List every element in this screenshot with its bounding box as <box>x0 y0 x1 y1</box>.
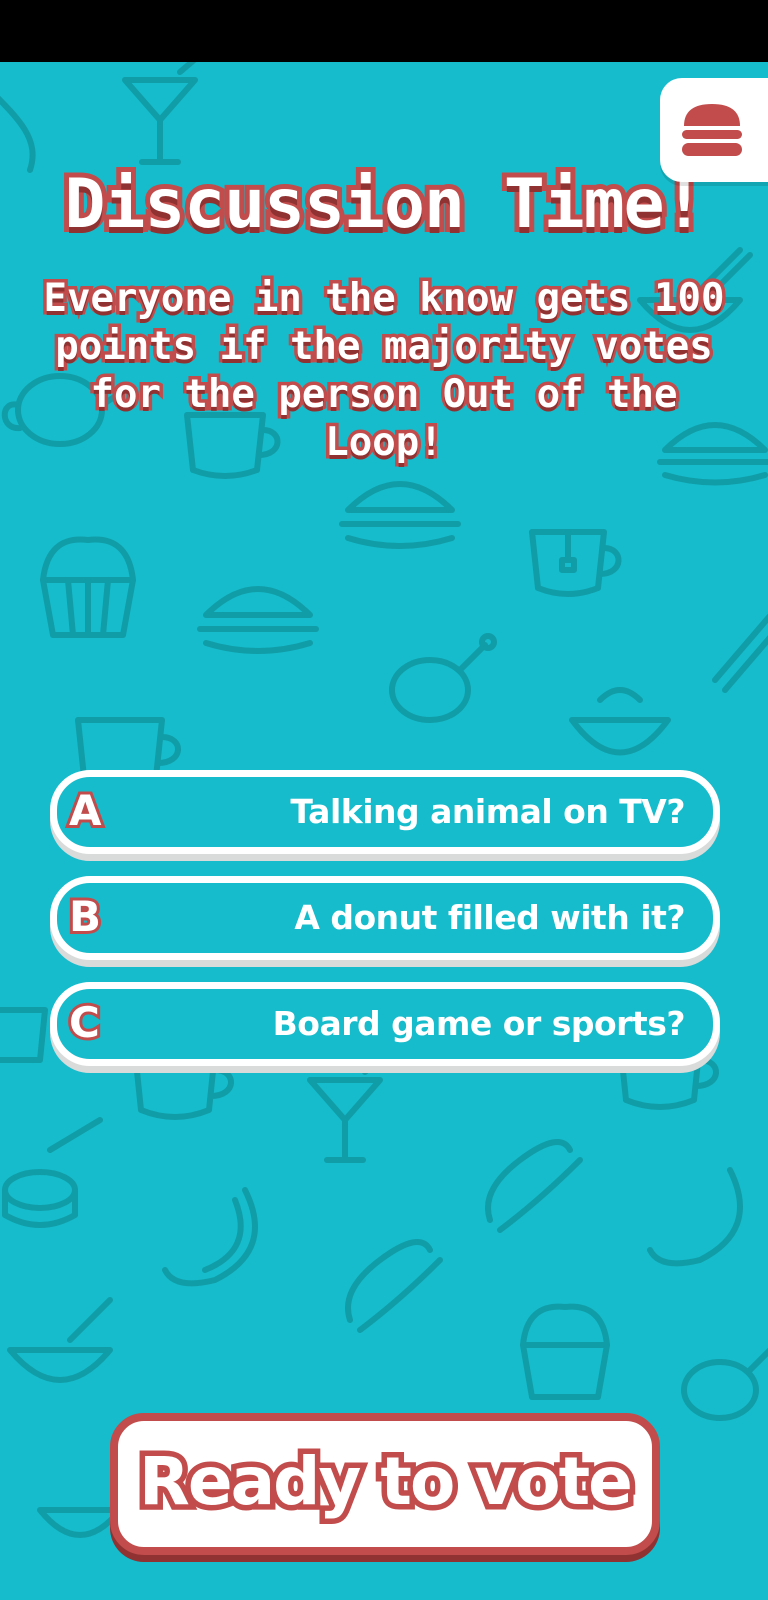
vote-button-label: Ready to vote <box>134 1437 639 1525</box>
hotdog-icon <box>345 1239 443 1333</box>
burger-icon <box>339 481 461 549</box>
answer-option-c[interactable]: C Board game or sports? <box>50 982 720 1066</box>
answer-list: A Talking animal on TV? B A donut filled… <box>50 770 720 1088</box>
page-subtitle: Everyone in the know gets 100 points if … <box>40 273 728 469</box>
hotdog-icon <box>485 1139 583 1233</box>
croissant-icon <box>647 1167 743 1267</box>
page-title: Discussion Time! <box>59 160 709 249</box>
status-bar <box>0 0 768 62</box>
answer-option-b[interactable]: B A donut filled with it? <box>50 876 720 960</box>
cupcake-icon <box>520 1303 610 1400</box>
chicken-icon <box>389 633 497 723</box>
burger-menu-icon <box>682 104 742 156</box>
answer-text: Talking animal on TV? <box>290 792 685 831</box>
answer-text: Board game or sports? <box>272 1004 686 1043</box>
martini-icon <box>122 62 198 165</box>
answer-letter: A <box>66 783 104 838</box>
bowl-icon <box>569 687 671 756</box>
answer-option-a[interactable]: A Talking animal on TV? <box>50 770 720 854</box>
croissant-icon <box>162 1187 258 1287</box>
answer-text: A donut filled with it? <box>294 898 685 937</box>
tea-cup-icon <box>529 529 622 597</box>
burger-icon <box>197 586 319 654</box>
cupcake-icon <box>40 536 136 638</box>
sushi-icon <box>2 1117 103 1228</box>
menu-button[interactable] <box>660 78 768 182</box>
answer-letter: B <box>66 889 104 944</box>
ready-to-vote-button[interactable]: Ready to vote <box>110 1413 660 1555</box>
bowl-icon <box>7 1297 113 1383</box>
answer-letter: C <box>66 995 103 1050</box>
chicken-icon <box>681 1347 768 1421</box>
